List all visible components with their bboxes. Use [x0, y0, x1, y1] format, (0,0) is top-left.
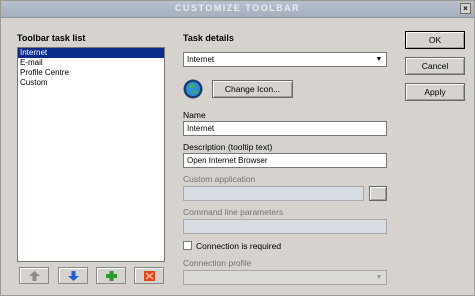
description-label: Description (tooltip text) [183, 142, 273, 152]
title-bar[interactable]: Customize Toolbar × [1, 1, 474, 18]
description-field[interactable]: Open Internet Browser [183, 153, 387, 168]
connection-required-checkbox[interactable] [183, 241, 192, 250]
close-icon: × [463, 4, 468, 13]
task-list-item-profile-centre[interactable]: Profile Centre [18, 68, 164, 78]
window-title: Customize Toolbar [174, 3, 301, 13]
move-down-button[interactable] [58, 267, 88, 284]
close-button[interactable]: × [460, 3, 471, 14]
add-task-button[interactable] [96, 267, 126, 284]
ok-button[interactable]: OK [405, 31, 465, 49]
internet-globe-icon [183, 79, 203, 99]
ok-label: OK [428, 35, 442, 45]
task-list-item-internet[interactable]: Internet [18, 48, 164, 58]
cancel-label: Cancel [421, 61, 449, 71]
task-details-heading: Task details [183, 33, 234, 43]
move-up-button[interactable] [19, 267, 49, 284]
connection-profile-dropdown[interactable]: ▼ [183, 270, 387, 285]
change-icon-label: Change Icon... [224, 84, 281, 94]
custom-application-label: Custom application [183, 174, 256, 184]
name-field[interactable]: Internet [183, 121, 387, 136]
chevron-down-icon: ▼ [375, 274, 383, 281]
delete-task-button[interactable] [134, 267, 164, 284]
command-line-label: Command line parameters [183, 207, 284, 217]
toolbar-task-listbox[interactable]: Internet E-mail Profile Centre Custom [17, 47, 165, 262]
connection-profile-label: Connection profile [183, 258, 252, 268]
up-arrow-icon [29, 271, 40, 281]
name-label: Name [183, 110, 206, 120]
task-select-value: Internet [187, 55, 215, 64]
custom-application-field[interactable] [183, 186, 364, 201]
toolbar-task-list-heading: Toolbar task list [17, 33, 86, 43]
apply-button[interactable]: Apply [405, 83, 465, 101]
customize-toolbar-dialog: Customize Toolbar × Toolbar task list In… [0, 0, 475, 296]
down-arrow-icon [68, 271, 79, 281]
change-icon-button[interactable]: Change Icon... [212, 80, 293, 98]
add-plus-icon [106, 271, 117, 281]
task-list-item-custom[interactable]: Custom [18, 78, 164, 88]
task-select-dropdown[interactable]: Internet ▼ [183, 52, 387, 67]
cancel-button[interactable]: Cancel [405, 57, 465, 75]
task-list-item-email[interactable]: E-mail [18, 58, 164, 68]
connection-required-label: Connection is required [196, 241, 282, 251]
command-line-field[interactable] [183, 219, 387, 234]
browse-application-button[interactable] [369, 186, 387, 201]
delete-x-icon [144, 271, 155, 281]
apply-label: Apply [424, 87, 446, 97]
chevron-down-icon: ▼ [375, 56, 383, 63]
